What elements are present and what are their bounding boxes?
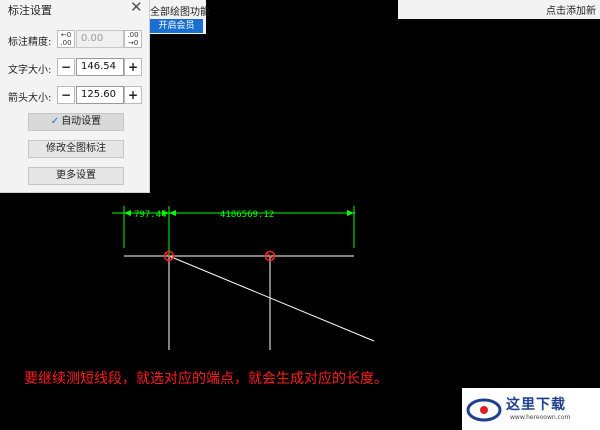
text-size-label: 文字大小: xyxy=(8,65,52,76)
arrow-size-plus-button[interactable]: + xyxy=(124,86,142,104)
arrow-size-label: 箭头大小: xyxy=(8,93,52,104)
watermark-logo-icon xyxy=(466,398,502,422)
watermark: 这里下载 www.hereoown.com xyxy=(462,388,600,430)
text-size-minus-button[interactable]: − xyxy=(57,58,75,76)
panel-title: 标注设置 xyxy=(8,4,52,17)
close-icon[interactable]: ✕ xyxy=(130,0,143,16)
text-size-plus-button[interactable]: + xyxy=(124,58,142,76)
precision-label: 标注精度: xyxy=(8,37,52,48)
increase-precision-button[interactable]: .00 →0 xyxy=(124,30,142,48)
arrow-size-minus-button[interactable]: − xyxy=(57,86,75,104)
add-new-link[interactable]: 点击添加新 xyxy=(546,2,596,17)
decrease-precision-button[interactable]: ←0 .00 xyxy=(57,30,75,48)
check-icon: ✓ xyxy=(50,116,60,127)
watermark-text: 这里下载 xyxy=(506,397,566,413)
arrow-head xyxy=(124,210,131,216)
text-size-input[interactable]: 146.54 xyxy=(76,58,124,76)
watermark-url: www.hereoown.com xyxy=(510,414,571,421)
annotation-settings-panel: 标注设置 ✕ 标注精度: ←0 .00 0.00 .00 →0 文字大小: − … xyxy=(0,0,150,193)
auto-setting-button[interactable]: ✓ 自动设置 xyxy=(28,113,124,131)
diagonal-line[interactable] xyxy=(168,255,375,342)
more-settings-button[interactable]: 更多设置 xyxy=(28,167,124,185)
auto-setting-label: 自动设置 xyxy=(61,116,102,127)
top-right-bar: 点击添加新 xyxy=(398,0,600,19)
arrow-head xyxy=(169,210,176,216)
tutorial-caption: 要继续测短线段，就选对应的端点，就会生成对应的长度。 xyxy=(24,371,388,387)
membership-popup: 全部绘图功能 开启会员 xyxy=(150,0,210,34)
popup-text: 全部绘图功能 xyxy=(150,7,210,18)
arrow-head xyxy=(347,210,354,216)
dimension-text-left: 797.44 xyxy=(134,210,167,220)
open-membership-button[interactable]: 开启会员 xyxy=(150,19,203,33)
dimension-text-right: 4186569.12 xyxy=(220,210,274,220)
arrow-size-input[interactable]: 125.60 xyxy=(76,86,124,104)
precision-field: 0.00 xyxy=(76,30,124,48)
modify-all-annotations-button[interactable]: 修改全图标注 xyxy=(28,140,124,158)
